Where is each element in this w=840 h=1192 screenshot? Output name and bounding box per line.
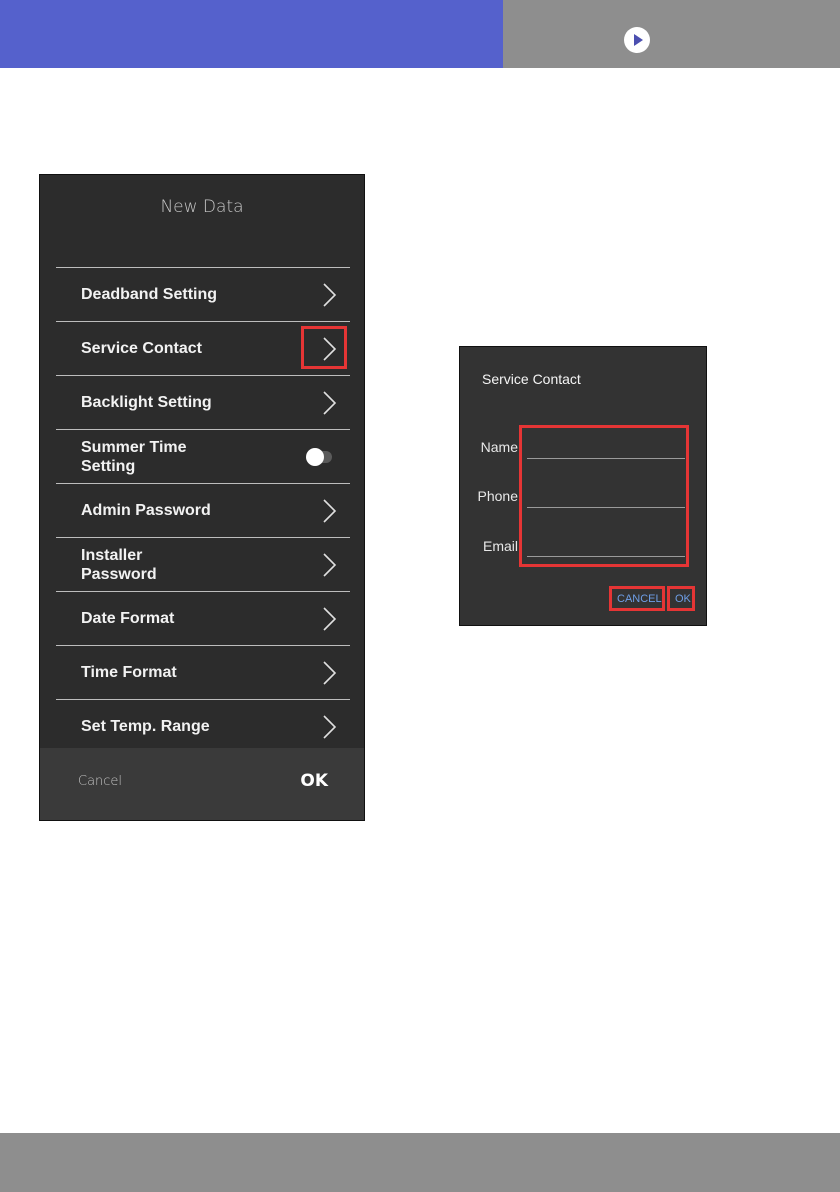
menu-item-label: Date Format (81, 610, 175, 627)
menu-item-label: Time Format (81, 664, 177, 681)
footer-bar (0, 1133, 840, 1192)
chevron-right-icon[interactable] (320, 498, 338, 524)
menu-item-time-format[interactable]: Time Format (56, 646, 350, 700)
menu-item-label: Deadband Setting (81, 286, 218, 303)
chevron-right-icon[interactable] (320, 660, 338, 686)
menu-item-deadband-setting[interactable]: Deadband Setting (56, 268, 350, 322)
menu-item-label: Set Temp. Range (81, 718, 210, 735)
summer-time-toggle[interactable] (306, 447, 332, 466)
email-field-label: Email (482, 538, 518, 554)
chevron-right-icon[interactable] (320, 714, 338, 740)
menu-item-label: Installer Password (81, 546, 157, 583)
highlight-box-cancel (609, 586, 665, 611)
menu-item-installer-password[interactable]: Installer Password (56, 538, 350, 592)
header-gray-bar (503, 0, 840, 68)
play-icon[interactable] (624, 27, 650, 53)
highlight-box-fields (519, 425, 689, 567)
menu-item-label: Service Contact (81, 340, 202, 357)
panel-footer: Cancel OK (40, 748, 364, 820)
menu-item-admin-password[interactable]: Admin Password (56, 484, 350, 538)
highlight-box-service-contact (301, 326, 347, 369)
menu-item-label: Backlight Setting (81, 394, 212, 411)
header-accent-bar (0, 0, 503, 68)
toggle-knob (306, 447, 324, 466)
chevron-right-icon[interactable] (320, 552, 338, 578)
menu-item-date-format[interactable]: Date Format (56, 592, 350, 646)
settings-panel: New Data Deadband Setting Service Contac… (39, 174, 365, 821)
menu-item-label: Summer Time Setting (81, 438, 187, 475)
menu-item-summer-time-setting[interactable]: Summer Time Setting (56, 430, 350, 484)
menu-item-set-temp-range[interactable]: Set Temp. Range (56, 700, 350, 753)
name-field-label: Name (480, 439, 518, 455)
chevron-right-icon[interactable] (320, 606, 338, 632)
chevron-right-icon[interactable] (320, 390, 338, 416)
phone-field-label: Phone (477, 488, 518, 504)
cancel-button[interactable]: Cancel (78, 774, 122, 789)
ok-button[interactable]: OK (300, 771, 328, 791)
dialog-title: Service Contact (482, 371, 581, 387)
menu-item-backlight-setting[interactable]: Backlight Setting (56, 376, 350, 430)
highlight-box-ok (667, 586, 695, 611)
menu-item-label: Admin Password (81, 502, 211, 519)
chevron-right-icon[interactable] (320, 282, 338, 308)
panel-title: New Data (160, 197, 244, 217)
